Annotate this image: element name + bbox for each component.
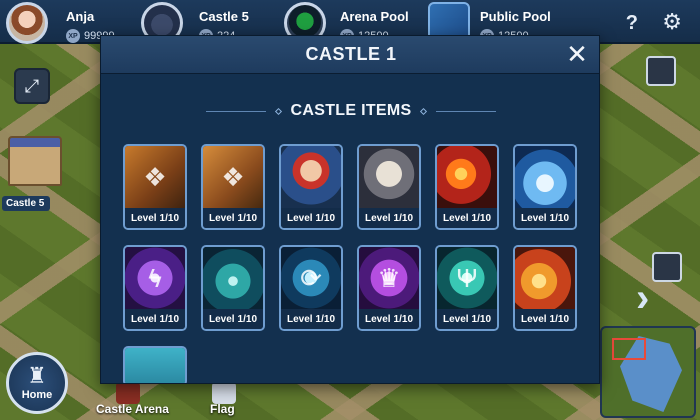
castle-items-modal: CASTLE 1 ✕ CASTLE ITEMS ❖ Level 1/10 ❖ Le… [100,35,600,384]
item-level: Level 1/10 [281,208,341,228]
menorah-icon: Ψ [437,247,497,309]
item-level: Level 1/10 [437,309,497,329]
close-icon[interactable]: ✕ [563,41,591,69]
castle-arena-label[interactable]: Castle Arena [96,402,169,416]
cycle-arrows-icon: ⟳ [281,247,341,309]
item-card-teal-portal[interactable]: Level 1/10 [201,245,265,331]
modal-title: CASTLE 1 [305,44,397,64]
home-label: Home [21,389,53,401]
item-card-cards-orange[interactable]: ❖ Level 1/10 [123,144,187,230]
item-card-lightning[interactable]: ϟ Level 1/10 [123,245,187,331]
item-level: Level 1/10 [515,309,575,329]
home-button[interactable]: ♜ Home [6,352,68,414]
castle-arena-icon[interactable] [116,382,140,404]
ice-icon [515,146,575,208]
item-card-partial[interactable] [123,346,187,383]
item-level: Level 1/10 [281,309,341,329]
divider-line [436,110,497,112]
minimap-viewport-frame [612,338,646,360]
modal-header: CASTLE 1 ✕ [101,36,599,74]
castle-5-name: Castle 5 [199,9,249,24]
public-pool-name: Public Pool [480,9,551,24]
item-card-warrior[interactable]: Level 1/10 [279,144,343,230]
divider-diamond [420,107,428,115]
item-card-ice[interactable]: Level 1/10 [513,144,577,230]
map-castle-5[interactable]: Castle 5 [2,130,62,215]
castle-icon: ♜ [27,363,47,388]
item-level: Level 1/10 [203,309,263,329]
xp-icon: XP [66,29,80,43]
castle-building [8,136,62,186]
item-level: Level 1/10 [125,208,185,228]
section-title: CASTLE ITEMS [290,102,412,119]
bomb-icon [515,247,575,309]
map-flag-marker[interactable] [652,252,682,282]
player-avatar [6,2,48,44]
lightning-icon: ϟ [125,247,185,309]
flag-label[interactable]: Flag [210,402,235,416]
item-card-fire[interactable]: Level 1/10 [435,144,499,230]
item-level: Level 1/10 [437,208,497,228]
map-flag-marker[interactable] [646,56,676,86]
item-level: Level 1/10 [203,208,263,228]
crown-icon: ♛ [359,247,419,309]
section-heading: CASTLE ITEMS [101,102,599,120]
arena-pool-name: Arena Pool [340,9,409,24]
item-card-crown[interactable]: ♛ Level 1/10 [357,245,421,331]
warrior-icon [281,146,341,208]
minimap[interactable] [600,326,696,418]
item-card-menorah[interactable]: Ψ Level 1/10 [435,245,499,331]
wizard-icon [359,146,419,208]
cards-orange-icon: ❖ [125,146,185,208]
item-level: Level 1/10 [125,309,185,329]
portal-icon [203,247,263,309]
item-card-cycle[interactable]: ⟳ Level 1/10 [279,245,343,331]
player-name: Anja [66,9,95,24]
next-arrow-icon[interactable]: › [636,276,649,321]
item-icon [125,348,185,383]
fire-icon [437,146,497,208]
cards-bronze-icon: ❖ [203,146,263,208]
castle-5-label: Castle 5 [2,196,51,211]
item-card-bomb[interactable]: Level 1/10 [513,245,577,331]
item-card-wizard[interactable]: Level 1/10 [357,144,421,230]
item-card-cards-bronze[interactable]: ❖ Level 1/10 [201,144,265,230]
item-level: Level 1/10 [359,208,419,228]
item-level: Level 1/10 [359,309,419,329]
item-level: Level 1/10 [515,208,575,228]
help-icon[interactable]: ? [626,12,638,35]
expand-icon[interactable]: ⤢ [14,68,50,104]
settings-gear-icon[interactable]: ⚙ [662,9,682,35]
divider-line [205,110,266,112]
divider-diamond [274,107,282,115]
flag-icon[interactable] [212,382,236,404]
